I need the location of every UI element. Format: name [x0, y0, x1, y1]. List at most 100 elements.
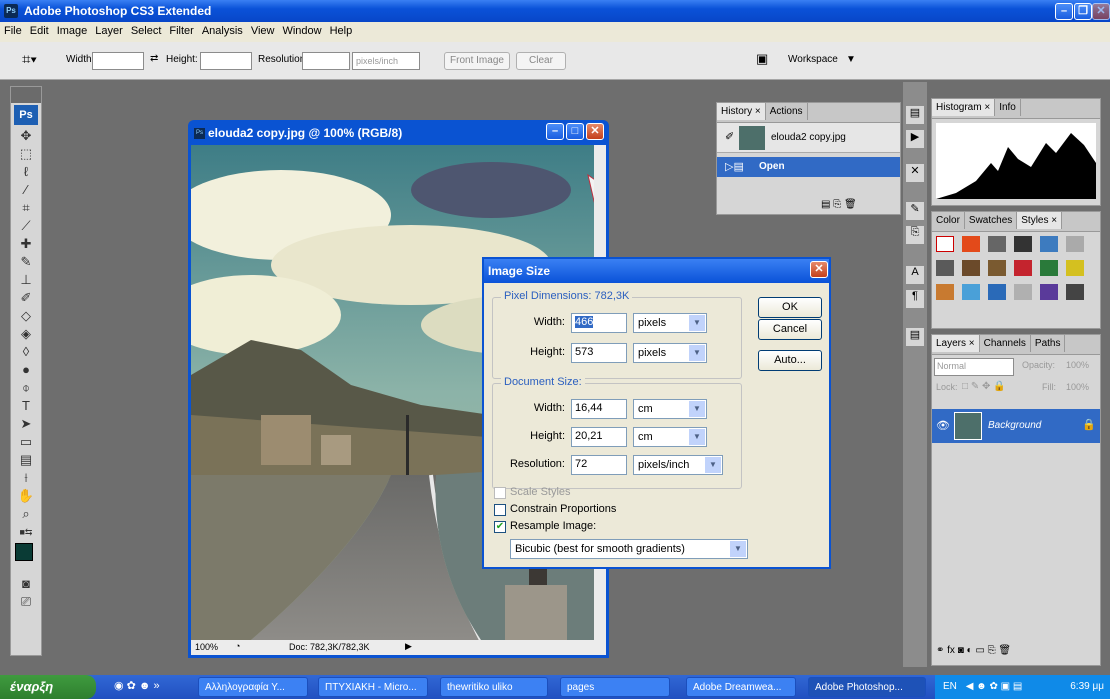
style-swatch[interactable] — [988, 236, 1006, 252]
notes-icon[interactable]: ▤ — [11, 451, 41, 469]
eraser-icon[interactable]: ◇ — [11, 307, 41, 325]
brushes-icon[interactable]: ✎ — [906, 202, 924, 220]
language-indicator[interactable]: EN — [943, 681, 957, 692]
constrain-checkbox[interactable] — [494, 504, 506, 516]
menu-window[interactable]: Window — [278, 22, 325, 40]
menu-edit[interactable]: Edit — [26, 22, 53, 40]
path-select-icon[interactable]: ➤ — [11, 415, 41, 433]
quick-launch-icons[interactable]: ◉ ✿ ☻ » — [114, 679, 160, 692]
style-swatch[interactable] — [1014, 236, 1032, 252]
clear-button[interactable]: Clear — [516, 52, 566, 70]
tray-icons[interactable]: ◀ ☻ ✿ ▣ ▤ — [966, 681, 1023, 692]
doc-height-input[interactable]: 20,21 — [571, 427, 627, 447]
dodge-icon[interactable]: ● — [11, 361, 41, 379]
tab-histogram[interactable]: Histogram × — [932, 99, 996, 116]
screen-mode-icon[interactable]: ⎚ — [11, 593, 41, 611]
eyedropper-icon[interactable]: ⟊ — [11, 469, 41, 487]
doc-height-unit-select[interactable]: cm ▼ — [633, 427, 707, 447]
tab-swatches[interactable]: Swatches — [964, 212, 1018, 229]
tab-channels[interactable]: Channels — [979, 335, 1031, 352]
eye-icon[interactable]: 👁 — [936, 419, 950, 432]
restore-button[interactable]: ❐ — [1074, 3, 1092, 20]
history-brush-icon[interactable]: ✐ — [725, 130, 734, 143]
menu-image[interactable]: Image — [53, 22, 92, 40]
color-swatches[interactable] — [11, 541, 41, 575]
lasso-tool-icon[interactable]: ℓ — [11, 163, 41, 181]
swap-icon[interactable]: ⇄ — [150, 53, 158, 64]
actions-icon[interactable]: ▶ — [906, 130, 924, 148]
menu-filter[interactable]: Filter — [165, 22, 197, 40]
style-swatch[interactable] — [1040, 236, 1058, 252]
ps-logo[interactable]: Ps — [14, 105, 38, 125]
crop-tool-icon[interactable]: ⌗▾ — [22, 51, 37, 68]
hand-icon[interactable]: ✋ — [11, 487, 41, 505]
dialog-close-button[interactable]: ✕ — [810, 261, 828, 278]
tab-styles[interactable]: Styles × — [1017, 212, 1063, 229]
tab-info[interactable]: Info — [995, 99, 1021, 116]
slice-icon[interactable]: ⟋ — [11, 217, 41, 235]
navigator-icon[interactable]: ▤ — [906, 106, 924, 124]
style-swatch[interactable] — [1014, 284, 1032, 300]
style-swatch[interactable] — [988, 260, 1006, 276]
chevron-down-icon[interactable]: ▼ — [689, 401, 705, 417]
magic-wand-icon[interactable]: ⁄ — [11, 181, 41, 199]
tool-presets-icon[interactable]: ✕ — [906, 164, 924, 182]
chevron-down-icon[interactable]: ▼ — [689, 315, 705, 331]
resolution-input[interactable]: 72 — [571, 455, 627, 475]
scale-styles-checkbox[interactable] — [494, 487, 506, 499]
px-height-input[interactable]: 573 — [571, 343, 627, 363]
doc-width-input[interactable]: 16,44 — [571, 399, 627, 419]
task-dreamweaver[interactable]: Adobe Dreamwea... — [686, 677, 796, 697]
width-input[interactable] — [92, 52, 144, 70]
tab-color[interactable]: Color — [932, 212, 965, 229]
style-swatch[interactable] — [1040, 284, 1058, 300]
quick-mask-icon[interactable]: ◙ — [11, 575, 41, 593]
doc-minimize-button[interactable]: – — [546, 123, 564, 140]
style-swatch[interactable] — [1066, 284, 1084, 300]
style-swatch[interactable] — [1040, 260, 1058, 276]
cancel-button[interactable]: Cancel — [758, 319, 822, 340]
layer-comps-icon[interactable]: ▤ — [906, 328, 924, 346]
style-swatch[interactable] — [988, 284, 1006, 300]
style-swatch[interactable] — [936, 236, 954, 252]
chevron-down-icon[interactable]: ▼ — [846, 54, 856, 65]
menu-help[interactable]: Help — [326, 22, 357, 40]
auto-button[interactable]: Auto... — [758, 350, 822, 371]
history-footer-icons[interactable]: ▤ ⎘ 🗑 — [821, 199, 857, 210]
tab-paths[interactable]: Paths — [1030, 335, 1066, 352]
default-colors-icon[interactable]: ■⇆ — [11, 523, 41, 541]
ok-button[interactable]: OK — [758, 297, 822, 318]
pen-icon[interactable]: ⌽ — [11, 379, 41, 397]
layers-footer-icons[interactable]: ⚭ fx ◙ ◐ ▭ ⎘ 🗑 — [936, 645, 1011, 656]
history-snapshot[interactable]: ✐ elouda2 copy.jpg — [717, 123, 900, 153]
tab-layers[interactable]: Layers × — [932, 335, 980, 352]
clone-source-icon[interactable]: ⎘ — [906, 226, 924, 244]
doc-width-unit-select[interactable]: cm ▼ — [633, 399, 707, 419]
task-photoshop[interactable]: Adobe Photoshop... — [808, 677, 926, 697]
chevron-down-icon[interactable]: ▼ — [705, 457, 721, 473]
style-swatch[interactable] — [936, 260, 954, 276]
opacity-value[interactable]: 100% — [1066, 360, 1089, 370]
menu-layer[interactable]: Layer — [91, 22, 127, 40]
layer-row-background[interactable]: 👁 Background 🔒 — [932, 409, 1100, 443]
task-word[interactable]: ΠΤΥΧΙΑΚΗ - Micro... — [318, 677, 428, 697]
chevron-down-icon[interactable]: ▼ — [730, 541, 746, 557]
lock-icons[interactable]: □ ✎ ✥ 🔒 — [962, 381, 1006, 392]
style-swatch[interactable] — [962, 236, 980, 252]
foreground-color[interactable] — [15, 543, 33, 561]
style-swatch[interactable] — [936, 284, 954, 300]
stamp-icon[interactable]: ⊥ — [11, 271, 41, 289]
resolution-input[interactable] — [302, 52, 350, 70]
px-height-unit-select[interactable]: pixels ▼ — [633, 343, 707, 363]
type-icon[interactable]: T — [11, 397, 41, 415]
style-swatch[interactable] — [1066, 260, 1084, 276]
character-icon[interactable]: A — [906, 266, 924, 284]
style-swatch[interactable] — [1014, 260, 1032, 276]
menu-view[interactable]: View — [247, 22, 279, 40]
doc-close-button[interactable]: ✕ — [586, 123, 604, 140]
close-button[interactable]: ✕ — [1092, 3, 1110, 20]
style-swatch[interactable] — [962, 284, 980, 300]
brush-icon[interactable]: ✎ — [11, 253, 41, 271]
task-mail[interactable]: Αλληλογραφία Υ... — [198, 677, 308, 697]
menu-analysis[interactable]: Analysis — [198, 22, 247, 40]
